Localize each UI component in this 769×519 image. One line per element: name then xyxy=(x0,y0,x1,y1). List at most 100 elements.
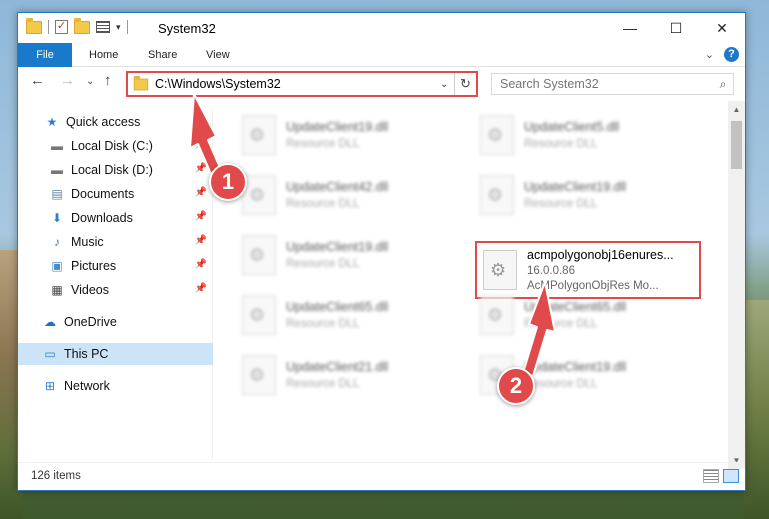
window-controls: — ☐ ✕ xyxy=(607,13,745,43)
dll-file-icon xyxy=(242,115,276,155)
tiles-view-icon[interactable] xyxy=(723,469,739,483)
file-name: UpdateClient21.dll xyxy=(286,360,389,374)
list-item[interactable]: UpdateClient42.dll Resource DLL xyxy=(242,171,462,219)
recent-locations-button[interactable]: ⌄ xyxy=(86,76,94,87)
network-icon: ⊞ xyxy=(44,379,56,393)
expand-ribbon-icon[interactable]: ⌄ xyxy=(705,48,714,61)
search-icon[interactable]: ⌕ xyxy=(713,77,733,92)
file-type: Resource DLL xyxy=(286,258,360,270)
file-type: Resource DLL xyxy=(286,138,360,150)
videos-icon: ▦ xyxy=(51,283,63,297)
tab-file[interactable]: File xyxy=(18,43,72,67)
dll-file-icon xyxy=(480,115,514,155)
sidebar-item-pictures[interactable]: ▣ Pictures 📌 xyxy=(18,255,213,277)
dll-file-icon xyxy=(242,235,276,275)
pin-icon[interactable]: 📌 xyxy=(195,235,207,246)
sidebar-item-label: OneDrive xyxy=(64,315,117,329)
file-name: UpdateClient42.dll xyxy=(286,180,389,194)
list-item[interactable]: UpdateClient65.dll Resource DLL xyxy=(242,291,462,339)
sidebar-item-videos[interactable]: ▦ Videos 📌 xyxy=(18,279,213,301)
callout-badge-2: 2 xyxy=(497,367,535,405)
list-item[interactable]: UpdateClient19.dll Resource DLL xyxy=(242,231,462,279)
address-dropdown-icon[interactable]: ⌄ xyxy=(440,79,454,90)
sidebar-item-label: Documents xyxy=(71,187,135,201)
pin-icon[interactable]: 📌 xyxy=(195,211,207,222)
new-folder-icon[interactable] xyxy=(74,17,90,34)
sidebar-item-downloads[interactable]: ⬇ Downloads 📌 xyxy=(18,207,213,229)
qat-dropdown-icon[interactable]: ▾ xyxy=(116,22,121,33)
close-button[interactable]: ✕ xyxy=(699,13,745,43)
star-icon: ★ xyxy=(46,115,58,129)
search-input[interactable] xyxy=(500,77,713,91)
ribbon-right-controls: ⌄ ? xyxy=(705,47,739,62)
callout-badge-1: 1 xyxy=(209,163,247,201)
list-item[interactable]: UpdateClient19.dll Resource DLL xyxy=(480,171,700,219)
music-icon: ♪ xyxy=(54,235,60,249)
computer-icon: ▭ xyxy=(44,347,56,361)
sidebar-item-onedrive[interactable]: ☁ OneDrive xyxy=(18,311,213,333)
quick-access-toolbar: ▾ xyxy=(26,17,128,34)
sidebar-item-network[interactable]: ⊞ Network xyxy=(18,375,213,397)
vertical-scrollbar[interactable]: ▲ ▼ xyxy=(728,101,745,469)
details-view-icon[interactable] xyxy=(703,469,719,483)
pin-icon[interactable]: 📌 xyxy=(195,259,207,270)
help-icon[interactable]: ? xyxy=(724,47,739,62)
file-name: UpdateClient19.dll xyxy=(286,120,389,134)
file-type: Resource DLL xyxy=(286,378,360,390)
ribbon-tabs: File Home Share View ⌄ ? xyxy=(18,43,745,67)
explorer-window: ▾ System32 — ☐ ✕ File Home Share View ⌄ … xyxy=(17,12,746,491)
toolbar-separator xyxy=(48,20,49,34)
desktop-wallpaper-right xyxy=(744,300,769,519)
search-box[interactable]: ⌕ xyxy=(491,73,734,95)
tab-view[interactable]: View xyxy=(206,43,230,67)
list-item[interactable]: UpdateClient19.dll Resource DLL xyxy=(242,111,462,159)
forward-button[interactable]: → xyxy=(60,72,75,89)
drive-icon: ▬ xyxy=(51,139,63,153)
toolbar-separator xyxy=(126,20,128,34)
list-item[interactable]: UpdateClient21.dll Resource DLL xyxy=(242,351,462,399)
file-name: UpdateClient5.dll xyxy=(524,120,620,134)
pin-icon[interactable]: 📌 xyxy=(195,283,207,294)
sidebar-item-label: Videos xyxy=(71,283,109,297)
sidebar-item-label: Quick access xyxy=(66,115,141,129)
minimize-button[interactable]: — xyxy=(607,13,653,43)
file-list: UpdateClient19.dll Resource DLL UpdateCli… xyxy=(214,101,730,461)
file-name: UpdateClient19.dll xyxy=(286,240,389,254)
customize-view-icon[interactable] xyxy=(96,21,110,33)
file-name: UpdateClient65.dll xyxy=(286,300,389,314)
dll-file-icon xyxy=(242,355,276,395)
properties-icon[interactable] xyxy=(55,19,68,34)
sidebar-item-label: Pictures xyxy=(71,259,117,273)
sidebar-item-music[interactable]: ♪ Music 📌 xyxy=(18,231,213,253)
item-count: 126 items xyxy=(31,470,81,482)
pictures-icon: ▣ xyxy=(51,259,63,273)
folder-icon[interactable] xyxy=(26,17,42,34)
sidebar-item-label: Downloads xyxy=(71,211,133,225)
address-bar[interactable]: C:\Windows\System32 ⌄ ↻ xyxy=(126,71,478,97)
folder-icon xyxy=(133,75,149,90)
scroll-up-icon[interactable]: ▲ xyxy=(728,101,745,118)
file-name: acmpolygonobj16enures... xyxy=(527,248,674,262)
cloud-icon: ☁ xyxy=(44,315,56,329)
refresh-button[interactable]: ↻ xyxy=(454,73,476,95)
dll-file-icon xyxy=(242,295,276,335)
scrollbar-thumb[interactable] xyxy=(731,121,742,169)
file-type: Resource DLL xyxy=(524,198,598,210)
up-button[interactable]: ↑ xyxy=(104,72,112,89)
navigation-bar: ← → ⌄ ↑ C:\Windows\System32 ⌄ ↻ ⌕ xyxy=(18,70,745,98)
download-icon: ⬇ xyxy=(51,211,63,225)
back-button[interactable]: ← xyxy=(30,72,45,89)
sidebar-item-this-pc[interactable]: ▭ This PC xyxy=(18,343,213,365)
sidebar-item-label: Local Disk (D:) xyxy=(71,163,153,177)
window-title: System32 xyxy=(158,21,216,36)
maximize-button[interactable]: ☐ xyxy=(653,13,699,43)
sidebar-item-label: Network xyxy=(64,379,110,393)
list-item[interactable]: UpdateClient5.dll Resource DLL xyxy=(480,111,700,159)
view-toggle xyxy=(703,469,739,483)
tab-home[interactable]: Home xyxy=(89,43,118,67)
tab-share[interactable]: Share xyxy=(148,43,177,67)
dll-file-icon xyxy=(242,175,276,215)
sidebar-item-label: This PC xyxy=(64,347,109,361)
dll-file-icon xyxy=(480,175,514,215)
file-name: UpdateClient19.dll xyxy=(524,180,627,194)
